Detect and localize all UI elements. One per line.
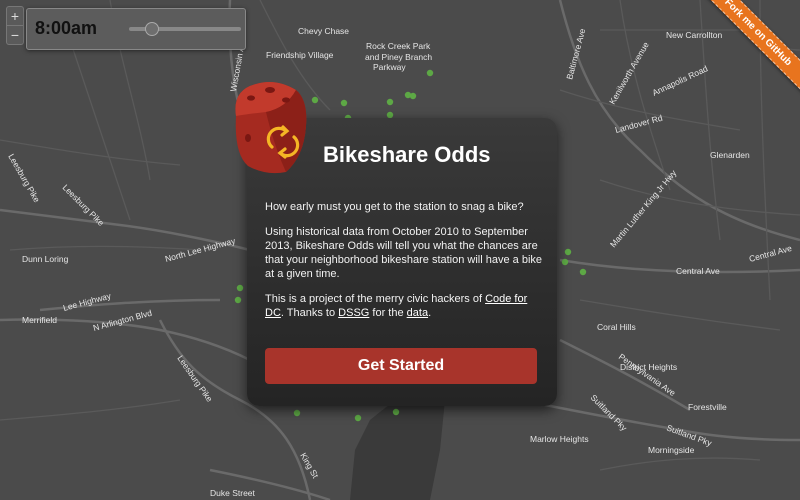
- map-label: Rock Creek Park: [366, 41, 431, 51]
- dssg-link[interactable]: DSSG: [338, 307, 369, 319]
- map-label: Marlow Heights: [530, 434, 589, 444]
- credits-mid2: for the: [369, 307, 407, 319]
- map-label: and Piney Branch: [365, 52, 432, 62]
- data-link[interactable]: data: [407, 307, 428, 319]
- map-label: Central Ave: [676, 266, 720, 276]
- map-label: Morningside: [648, 445, 695, 455]
- time-slider-handle[interactable]: [145, 22, 160, 36]
- zoom-in-button[interactable]: +: [7, 7, 23, 25]
- map-label: Forestville: [688, 402, 727, 412]
- credits-mid: . Thanks to: [280, 307, 339, 319]
- map-label: Coral Hills: [597, 322, 636, 332]
- map-label: New Carrollton: [666, 30, 722, 40]
- modal-title: Bikeshare Odds: [323, 142, 491, 167]
- modal-body: How early must you get to the station to…: [265, 200, 543, 331]
- map-label: Parkway: [373, 62, 406, 72]
- map-label: Glenarden: [710, 150, 750, 160]
- zoom-out-button[interactable]: −: [7, 25, 23, 44]
- map-label: Friendship Village: [266, 50, 334, 60]
- time-label: 8:00am: [35, 18, 98, 38]
- map-label: Chevy Chase: [298, 26, 349, 36]
- credits-end: .: [428, 307, 432, 319]
- zoom-control: + −: [6, 6, 24, 45]
- intro-description: Using historical data from October 2010 …: [265, 226, 543, 280]
- dice-logo-icon: [235, 82, 307, 174]
- time-control: 8:00am: [26, 8, 246, 50]
- intro-question: How early must you get to the station to…: [265, 201, 524, 213]
- map-label: Dunn Loring: [22, 254, 69, 264]
- get-started-button[interactable]: Get Started: [265, 348, 537, 384]
- map-label: Duke Street: [210, 488, 256, 498]
- map-label: Merrifield: [22, 315, 57, 325]
- credits-text: This is a project of the merry civic hac…: [265, 292, 543, 320]
- credits-prefix: This is a project of the merry civic hac…: [265, 293, 486, 305]
